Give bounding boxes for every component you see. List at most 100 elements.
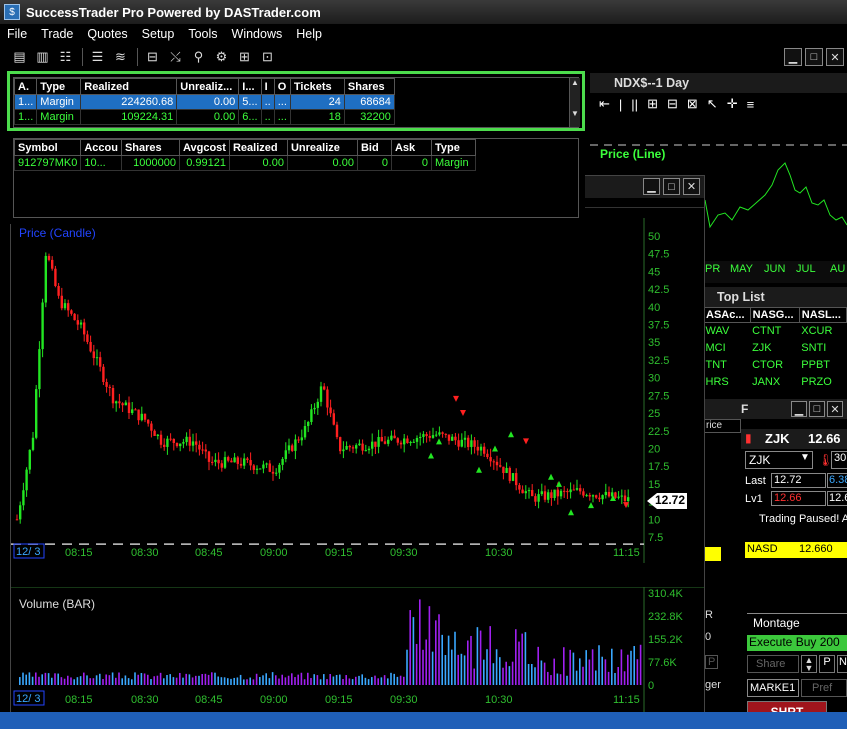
column-header[interactable]: NASG... xyxy=(749,307,800,323)
menu-tools[interactable]: Tools xyxy=(181,27,224,41)
volume-bar-chart[interactable]: 310.4K 232.8K 155.2K 77.6K 0 08:15 08:30 08:45 0… xyxy=(11,587,704,715)
layout-icon[interactable]: ⊞ xyxy=(234,46,255,68)
volume-bar xyxy=(627,654,629,685)
account-icon[interactable]: ▥ xyxy=(32,46,53,68)
table-cell[interactable]: Margin xyxy=(430,155,476,171)
menu-setup[interactable]: Setup xyxy=(135,27,182,41)
column-header[interactable]: Realized xyxy=(228,139,288,156)
candle-body xyxy=(51,259,54,269)
candle-body xyxy=(118,401,121,404)
table-cell[interactable]: CTNT xyxy=(750,323,799,340)
share-stepper[interactable]: ▲ ▼ xyxy=(801,655,817,673)
price-candle-chart[interactable]: 50 47.5 45 42.5 40 37.5 35 32.5 30 27.5 25 22.5 20 17… xyxy=(11,208,704,563)
table-cell[interactable]: 0.00 xyxy=(286,155,358,171)
crosshair-icon[interactable]: ✛ xyxy=(727,96,738,112)
close-icon[interactable]: ✕ xyxy=(827,401,843,417)
column-header[interactable]: Avgcost xyxy=(178,139,230,156)
table-cell[interactable]: 0.00 xyxy=(228,155,288,171)
column-header[interactable]: NASL... xyxy=(798,307,847,323)
bars-icon[interactable]: || xyxy=(631,97,638,112)
menu-file[interactable]: File xyxy=(0,27,34,41)
maximize-icon[interactable]: □ xyxy=(805,48,823,66)
column-header[interactable]: Shares xyxy=(120,139,180,156)
table-cell[interactable]: 0 xyxy=(356,155,392,171)
bar-icon[interactable]: | xyxy=(619,97,622,112)
minimize-icon[interactable]: ▁ xyxy=(784,48,802,66)
table-cell[interactable]: CTOR xyxy=(750,357,799,374)
chart-icon[interactable]: ⤯ xyxy=(165,46,186,68)
table-cell[interactable]: TNT xyxy=(704,357,751,374)
menu-help[interactable]: Help xyxy=(289,27,329,41)
montage-icon[interactable]: ▤ xyxy=(9,46,30,68)
column-header[interactable]: Unrealize xyxy=(286,139,358,156)
close-icon[interactable]: ✕ xyxy=(826,48,844,66)
price-axis-label: 25 xyxy=(648,408,660,420)
table-cell[interactable]: 1000000 xyxy=(120,155,180,171)
pan-left-icon[interactable]: ⇤ xyxy=(599,96,610,112)
list-icon[interactable]: ☰ xyxy=(87,46,108,68)
table-cell[interactable]: 0.99121 xyxy=(178,155,230,171)
table-row[interactable]: 912797MK0 10... 1000000 0.99121 0.00 0.0… xyxy=(13,155,476,171)
chart-link-icon[interactable]: ▮ xyxy=(745,431,752,445)
candle-body xyxy=(185,436,188,443)
table-cell[interactable]: HRS xyxy=(704,374,751,391)
price-axis-label: 27.5 xyxy=(648,390,669,402)
column-header[interactable]: ASAc... xyxy=(703,307,751,323)
volume-bar xyxy=(348,678,351,685)
table-row[interactable]: TNT CTOR PPBT xyxy=(704,357,847,374)
table-row[interactable]: HRS JANX PRZO xyxy=(704,374,847,391)
candle-body xyxy=(524,491,527,494)
more-icon[interactable]: ≡ xyxy=(747,97,755,112)
scan-icon[interactable]: ⊡ xyxy=(257,46,278,68)
position-icon[interactable]: ☷ xyxy=(55,46,76,68)
table-cell[interactable]: PPBT xyxy=(799,357,846,374)
book-icon[interactable]: ⊟ xyxy=(142,46,163,68)
table-cell[interactable]: WAV xyxy=(704,323,751,340)
column-header[interactable]: Ask xyxy=(390,139,432,156)
table-cell[interactable]: 912797MK0 xyxy=(13,155,82,171)
tab-montage[interactable]: Montage xyxy=(753,616,800,630)
menu-windows[interactable]: Windows xyxy=(225,27,290,41)
table-cell[interactable]: PRZO xyxy=(799,374,846,391)
pref-input[interactable]: Pref xyxy=(801,679,847,697)
column-header[interactable]: Type xyxy=(430,139,476,156)
ts-header[interactable]: rice xyxy=(703,419,741,433)
minimize-icon[interactable]: ▁ xyxy=(791,401,807,417)
chevron-down-icon[interactable]: ▼ xyxy=(800,452,810,463)
table-cell[interactable]: 0 xyxy=(390,155,432,171)
table-cell[interactable]: 10... xyxy=(80,155,122,171)
search-icon[interactable]: ⚲ xyxy=(188,46,209,68)
column-header[interactable]: Accou xyxy=(80,139,122,156)
table-cell[interactable]: XCUR xyxy=(799,323,846,340)
date-tag: 12/ 3 xyxy=(16,546,40,558)
maximize-icon[interactable]: □ xyxy=(809,401,825,417)
n-button[interactable]: N xyxy=(837,655,847,673)
minimize-icon[interactable]: ▁ xyxy=(643,178,660,195)
close-icon[interactable]: ✕ xyxy=(683,178,700,195)
zoom-icon[interactable]: ⊞ xyxy=(647,96,658,112)
menu-quotes[interactable]: Quotes xyxy=(80,27,134,41)
symbol-input[interactable]: ZJK xyxy=(749,453,770,467)
volume-bar xyxy=(115,677,117,685)
table-cell[interactable]: ZJK xyxy=(750,340,799,357)
table-row[interactable]: MCI ZJK SNTI xyxy=(704,340,847,357)
share-input[interactable]: Share xyxy=(747,655,799,673)
toplist-icon[interactable]: ≋ xyxy=(110,46,131,68)
volume-bar xyxy=(63,678,66,685)
menu-trade[interactable]: Trade xyxy=(34,27,80,41)
p-button[interactable]: P xyxy=(819,655,835,673)
table-row[interactable]: WAV CTNT XCUR xyxy=(704,323,847,340)
reset-icon[interactable]: ⊠ xyxy=(687,96,698,112)
fit-icon[interactable]: ⊟ xyxy=(667,96,678,112)
maximize-icon[interactable]: □ xyxy=(663,178,680,195)
app-title: SuccessTrader Pro Powered by DASTrader.c… xyxy=(26,4,321,20)
table-cell[interactable]: MCI xyxy=(704,340,751,357)
column-header[interactable]: Bid xyxy=(356,139,392,156)
column-header[interactable]: Symbol xyxy=(13,139,82,156)
table-cell[interactable]: JANX xyxy=(750,374,799,391)
cursor-icon[interactable]: ↖ xyxy=(707,96,718,112)
route-select[interactable]: MARKE1 xyxy=(747,679,799,697)
settings-icon[interactable]: ⚙ xyxy=(211,46,232,68)
table-cell[interactable]: SNTI xyxy=(799,340,846,357)
qty-field[interactable]: 30 xyxy=(831,451,847,469)
